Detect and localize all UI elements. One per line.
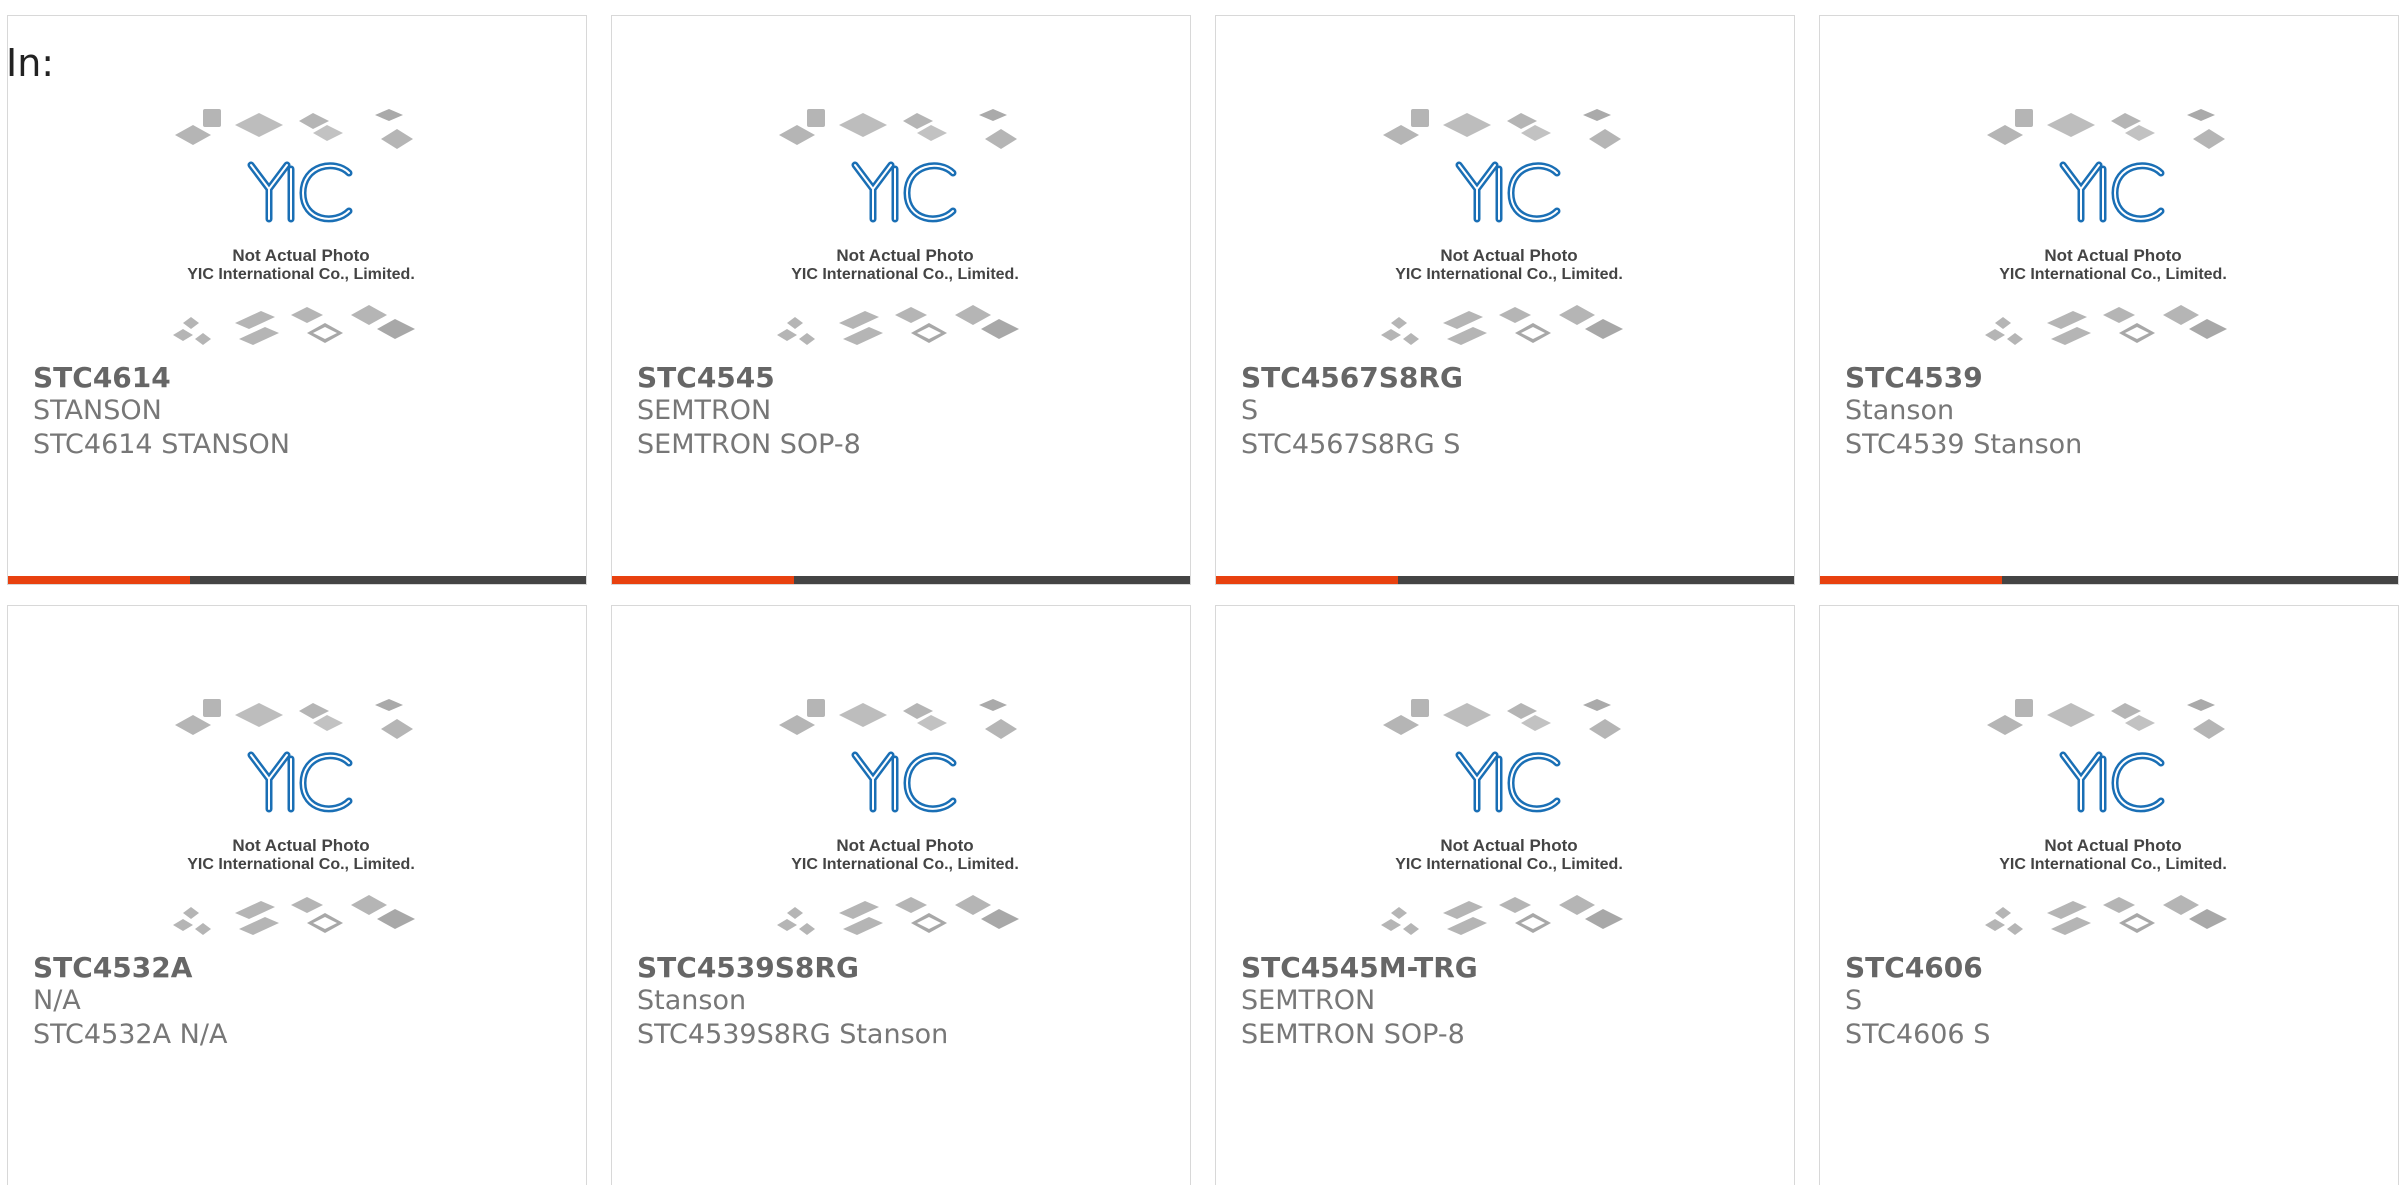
svg-text:Not Actual Photo: Not Actual Photo: [836, 836, 973, 855]
description: SEMTRON SOP-8: [1241, 1019, 1465, 1050]
filter-label: In:: [6, 41, 55, 85]
part-number[interactable]: STC4539S8RG: [637, 951, 859, 985]
card-accent: [8, 576, 190, 584]
part-number[interactable]: STC4614: [33, 361, 171, 395]
svg-text:YIC International Co., Limited: YIC International Co., Limited.: [1999, 266, 2227, 283]
svg-text:Not Actual Photo: Not Actual Photo: [232, 246, 369, 265]
manufacturer: Stanson: [637, 985, 747, 1016]
svg-text:YIC International Co., Limited: YIC International Co., Limited.: [1395, 266, 1623, 283]
product-image: Not Actual Photo YIC International Co., …: [1975, 693, 2251, 949]
svg-text:YIC International Co., Limited: YIC International Co., Limited.: [1395, 856, 1623, 873]
description: STC4532A N/A: [33, 1019, 228, 1050]
svg-text:YIC International Co., Limited: YIC International Co., Limited.: [1999, 856, 2227, 873]
product-image: Not Actual Photo YIC International Co., …: [767, 693, 1043, 949]
description: STC4539S8RG Stanson: [637, 1019, 949, 1050]
product-card[interactable]: Not Actual Photo YIC International Co., …: [1215, 15, 1795, 585]
part-number[interactable]: STC4545M-TRG: [1241, 951, 1478, 985]
card-bar: [1820, 576, 2398, 584]
manufacturer: S: [1845, 985, 1863, 1016]
manufacturer: SEMTRON: [637, 395, 772, 426]
description: STC4606 S: [1845, 1019, 1991, 1050]
product-card[interactable]: Not Actual Photo YIC International Co., …: [1819, 15, 2399, 585]
card-accent: [1820, 576, 2002, 584]
part-number[interactable]: STC4532A: [33, 951, 192, 985]
part-number[interactable]: STC4545: [637, 361, 775, 395]
card-accent: [612, 576, 794, 584]
product-image: Not Actual Photo YIC International Co., …: [1371, 693, 1647, 949]
card-bar: [8, 576, 586, 584]
svg-text:YIC International Co., Limited: YIC International Co., Limited.: [187, 856, 415, 873]
svg-text:YIC International Co., Limited: YIC International Co., Limited.: [791, 266, 1019, 283]
svg-text:Not Actual Photo: Not Actual Photo: [1440, 246, 1577, 265]
manufacturer: Stanson: [1845, 395, 1955, 426]
product-image: Not Actual Photo YIC International Co., …: [1975, 103, 2251, 359]
svg-text:Not Actual Photo: Not Actual Photo: [232, 836, 369, 855]
part-number[interactable]: STC4606: [1845, 951, 1983, 985]
description: SEMTRON SOP-8: [637, 429, 861, 460]
product-card[interactable]: Not Actual Photo YIC International Co., …: [1819, 605, 2399, 1185]
svg-text:Not Actual Photo: Not Actual Photo: [1440, 836, 1577, 855]
product-card[interactable]: Not Actual Photo YIC International Co., …: [611, 605, 1191, 1185]
product-grid: Not Actual Photo YIC International Co., …: [7, 15, 2399, 1185]
svg-text:YIC International Co., Limited: YIC International Co., Limited.: [187, 266, 415, 283]
description: STC4539 Stanson: [1845, 429, 2083, 460]
product-image: Not Actual Photo YIC International Co., …: [1371, 103, 1647, 359]
manufacturer: STANSON: [33, 395, 162, 426]
card-accent: [1216, 576, 1398, 584]
card-bar: [612, 576, 1190, 584]
manufacturer: S: [1241, 395, 1259, 426]
description: STC4614 STANSON: [33, 429, 290, 460]
product-card[interactable]: Not Actual Photo YIC International Co., …: [7, 605, 587, 1185]
product-image: Not Actual Photo YIC International Co., …: [163, 693, 439, 949]
product-card[interactable]: Not Actual Photo YIC International Co., …: [611, 15, 1191, 585]
product-image: Not Actual Photo YIC International Co., …: [767, 103, 1043, 359]
card-bar: [1216, 576, 1794, 584]
part-number[interactable]: STC4567S8RG: [1241, 361, 1463, 395]
product-card[interactable]: Not Actual Photo YIC International Co., …: [7, 15, 587, 585]
svg-text:Not Actual Photo: Not Actual Photo: [2044, 246, 2181, 265]
manufacturer: N/A: [33, 985, 81, 1016]
description: STC4567S8RG S: [1241, 429, 1461, 460]
svg-text:Not Actual Photo: Not Actual Photo: [2044, 836, 2181, 855]
svg-text:Not Actual Photo: Not Actual Photo: [836, 246, 973, 265]
manufacturer: SEMTRON: [1241, 985, 1376, 1016]
product-image: Not Actual Photo YIC International Co., …: [163, 103, 439, 359]
product-card[interactable]: Not Actual Photo YIC International Co., …: [1215, 605, 1795, 1185]
svg-text:YIC International Co., Limited: YIC International Co., Limited.: [791, 856, 1019, 873]
part-number[interactable]: STC4539: [1845, 361, 1983, 395]
